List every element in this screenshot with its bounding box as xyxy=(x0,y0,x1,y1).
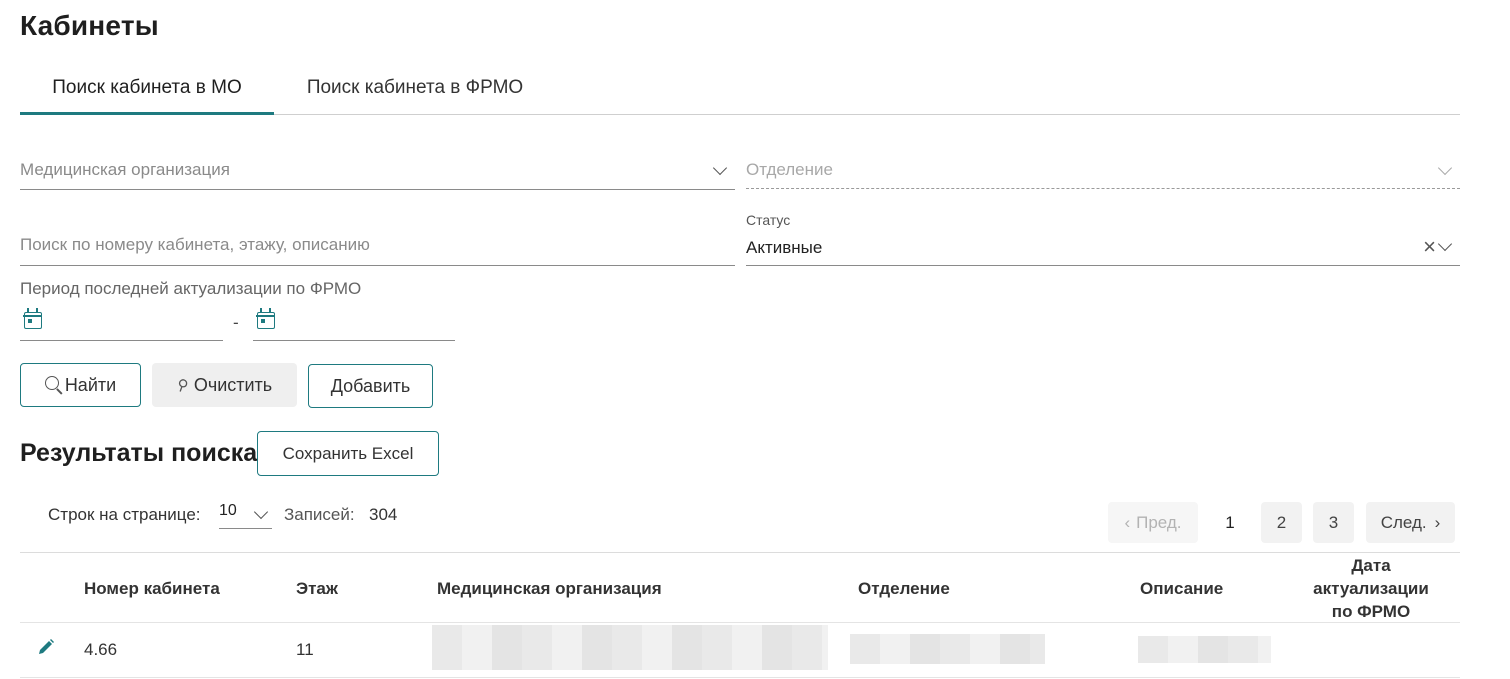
calendar-icon[interactable] xyxy=(23,308,42,329)
column-header-actualization-line: Дата xyxy=(1351,556,1391,575)
date-range-separator: - xyxy=(233,313,239,332)
clear-button[interactable]: ⚲ Очистить xyxy=(152,363,297,407)
chevron-down-icon[interactable] xyxy=(253,504,269,520)
add-button-label: Добавить xyxy=(330,375,411,396)
pagination-next-button[interactable]: След. › xyxy=(1366,502,1455,543)
redacted-organization xyxy=(432,625,828,670)
tab-search-mo[interactable]: Поиск кабинета в МО xyxy=(20,62,274,114)
organization-placeholder: Медицинская организация xyxy=(20,160,230,179)
rows-per-page-value: 10 xyxy=(219,502,237,519)
search-placeholder: Поиск по номеру кабинета, этажу, описани… xyxy=(20,235,370,254)
table-header-divider xyxy=(20,622,1460,623)
status-select[interactable]: Статус Активные × xyxy=(746,208,1460,266)
rows-per-page-label: Строк на странице: xyxy=(48,505,201,524)
search-icon xyxy=(44,376,59,390)
records-label: Записей: xyxy=(284,505,355,524)
column-header-description[interactable]: Описание xyxy=(1140,579,1223,599)
pagination-page[interactable]: 1 xyxy=(1210,502,1250,543)
chevron-down-icon[interactable] xyxy=(1437,160,1453,176)
pagination-page[interactable]: 3 xyxy=(1313,502,1354,543)
status-value: Активные xyxy=(746,238,823,257)
pagination-prev-button[interactable]: ‹ Пред. xyxy=(1108,502,1198,543)
tab-search-frmo[interactable]: Поиск кабинета в ФРМО xyxy=(274,62,556,114)
find-button[interactable]: Найти xyxy=(20,363,141,407)
results-title: Результаты поиска xyxy=(20,439,258,467)
pagination-prev-label: Пред. xyxy=(1136,512,1182,532)
column-header-number[interactable]: Номер кабинета xyxy=(84,579,220,599)
date-to-field[interactable] xyxy=(253,307,455,341)
tab-bar: Поиск кабинета в МО Поиск кабинета в ФРМ… xyxy=(20,62,1460,115)
pencil-icon[interactable] xyxy=(36,637,56,657)
redacted-department xyxy=(850,634,1045,664)
department-placeholder: Отделение xyxy=(746,160,833,179)
page-title: Кабинеты xyxy=(20,10,159,41)
cell-floor: 11 xyxy=(296,640,314,659)
save-excel-button[interactable]: Сохранить Excel xyxy=(257,431,439,476)
column-header-actualization-line: актуализации xyxy=(1313,579,1429,598)
table-row-divider xyxy=(20,677,1460,678)
redacted-description xyxy=(1138,636,1271,663)
add-button[interactable]: Добавить xyxy=(308,364,433,408)
chevron-down-icon[interactable] xyxy=(1437,236,1453,252)
broom-icon: ⚲ xyxy=(174,375,191,396)
chevron-down-icon[interactable] xyxy=(712,160,728,176)
column-header-actualization-line: по ФРМО xyxy=(1331,602,1411,621)
close-icon[interactable]: × xyxy=(1423,236,1436,258)
column-header-organization[interactable]: Медицинская организация xyxy=(437,579,662,599)
search-input[interactable]: Поиск по номеру кабинета, этажу, описани… xyxy=(20,228,735,266)
period-label: Период последней актуализации по ФРМО xyxy=(20,279,362,298)
records-count: 304 xyxy=(369,505,398,524)
department-select[interactable]: Отделение xyxy=(746,152,1460,189)
clear-button-label: Очистить xyxy=(193,374,273,395)
organization-select[interactable]: Медицинская организация xyxy=(20,152,735,190)
chevron-left-icon: ‹ xyxy=(1124,512,1131,532)
active-tab-indicator xyxy=(20,112,274,115)
status-label: Статус xyxy=(746,212,791,228)
rows-per-page-select[interactable]: 10 xyxy=(219,500,272,529)
pagination-page[interactable]: 2 xyxy=(1261,502,1302,543)
column-header-floor[interactable]: Этаж xyxy=(296,579,338,599)
find-button-label: Найти xyxy=(64,374,117,395)
date-from-field[interactable] xyxy=(20,307,223,341)
cell-number: 4.66 xyxy=(84,640,118,659)
column-header-actualization-date[interactable]: Дата актуализации по ФРМО xyxy=(1286,554,1456,623)
pagination-next-label: След. xyxy=(1380,512,1427,532)
table-top-border xyxy=(20,552,1460,553)
chevron-right-icon: › xyxy=(1434,512,1441,532)
save-excel-label: Сохранить Excel xyxy=(282,443,414,463)
calendar-icon[interactable] xyxy=(256,308,275,329)
column-header-department[interactable]: Отделение xyxy=(858,579,950,599)
